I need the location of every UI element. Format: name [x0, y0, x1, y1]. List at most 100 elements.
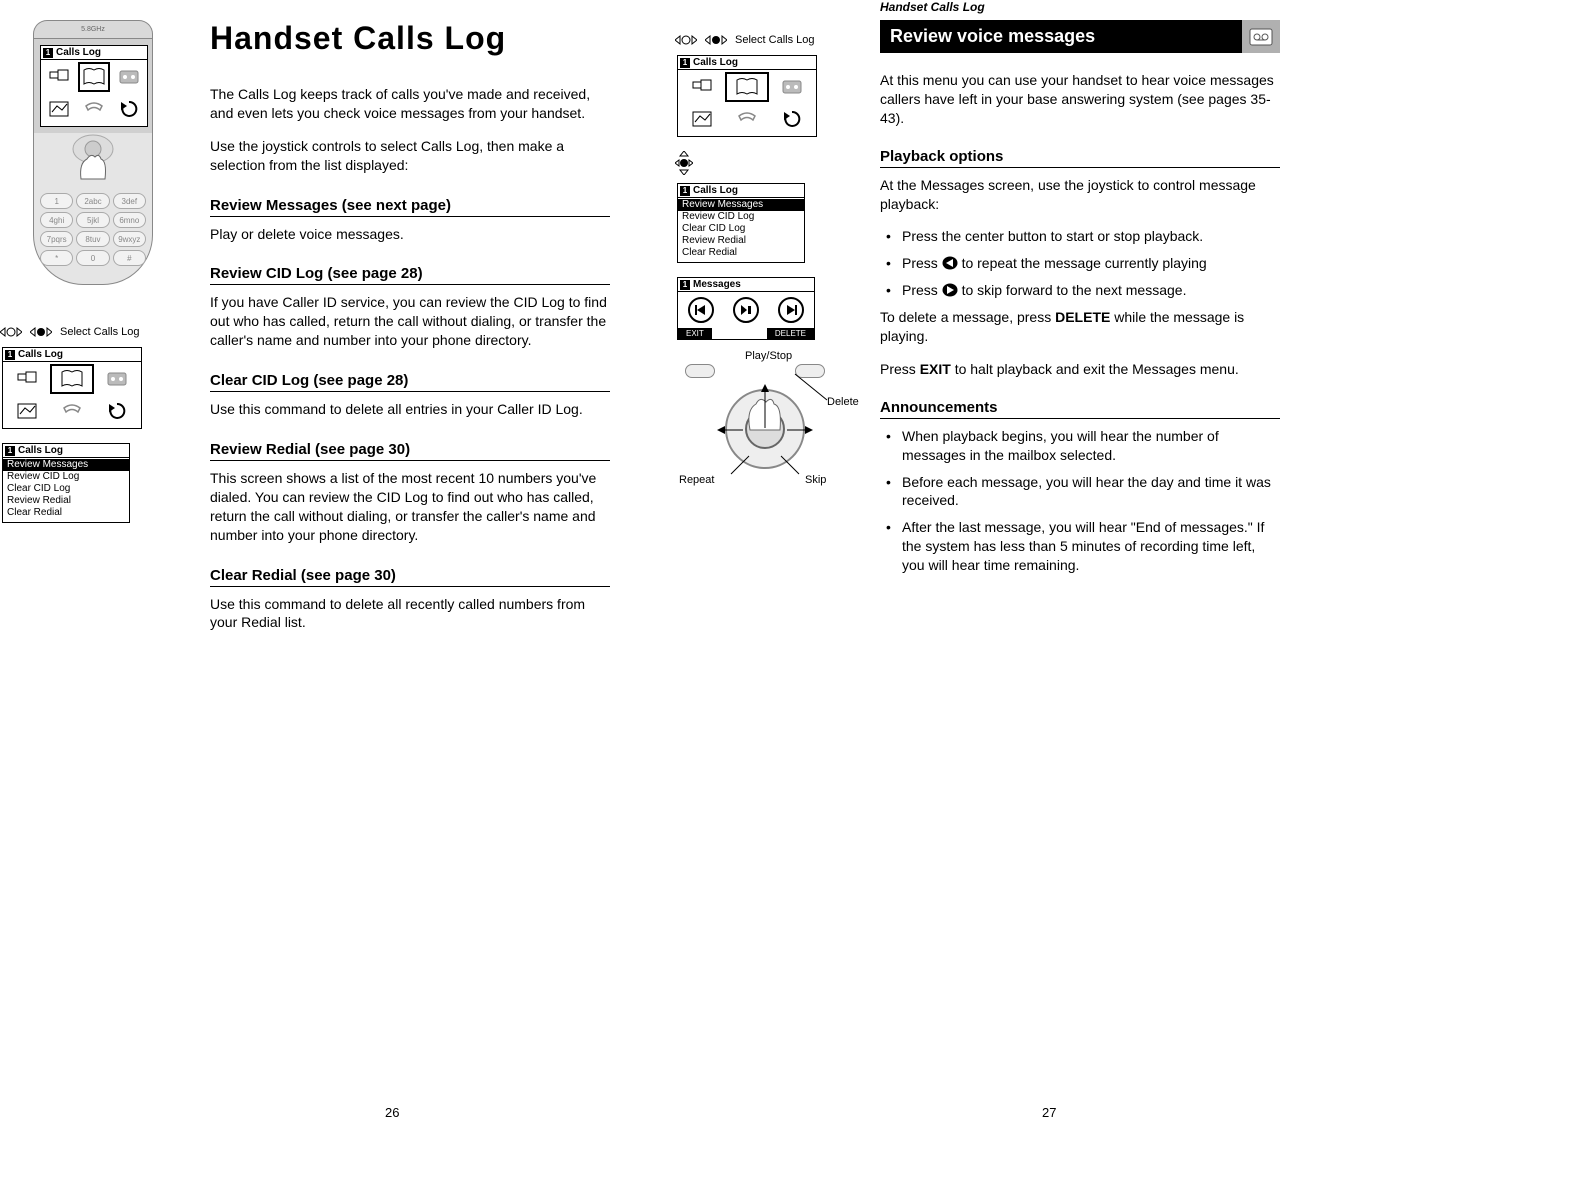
phone-screen-calls-log: 1 Calls Log	[40, 45, 148, 127]
signal-icon: 1	[680, 280, 690, 290]
signal-icon: 1	[5, 446, 15, 456]
list-item: After the last message, you will hear "E…	[880, 518, 1280, 575]
signal-icon: 1	[5, 350, 15, 360]
menu-item: Review Messages	[678, 199, 804, 211]
nav-horizontal-icon	[675, 33, 697, 47]
menu-item: Clear CID Log	[678, 223, 804, 235]
screen-title-label: Messages	[693, 279, 741, 290]
screen-title-label: Calls Log	[18, 349, 63, 360]
book-icon	[50, 364, 93, 394]
screen-calls-log-menu: 1 Calls Log Review Messages Review CID L…	[677, 183, 805, 263]
label-play-stop: Play/Stop	[745, 350, 792, 362]
page-title: Handset Calls Log	[210, 20, 610, 57]
page-number: 27	[1042, 1105, 1056, 1120]
softkey-delete: DELETE	[767, 328, 814, 339]
voicemail-icon	[771, 72, 814, 102]
menu-item: Review Redial	[678, 235, 804, 247]
left-illustration-column: 5.8GHz 1 Calls Log	[0, 20, 180, 537]
menu-item: Clear CID Log	[3, 483, 129, 495]
skip back-icon	[688, 297, 714, 323]
section-body: Use this command to delete all recently …	[210, 595, 610, 633]
section-banner: Review voice messages	[880, 20, 1280, 53]
section-heading: Clear Redial (see page 30)	[210, 567, 610, 587]
cid-icon	[680, 72, 723, 102]
intro-paragraph: The Calls Log keeps track of calls you'v…	[210, 85, 610, 123]
section-heading: Review Messages (see next page)	[210, 197, 610, 217]
nav-press-icon	[30, 325, 52, 339]
phone-top-band: 5.8GHz	[33, 20, 153, 38]
menu-list: Review Messages Review CID Log Clear CID…	[678, 198, 804, 262]
screen-calls-log-menu: 1 Calls Log Review Messages Review CID L…	[2, 443, 130, 523]
section-body: Use this command to delete all entries i…	[210, 400, 610, 419]
menu-item: Review Messages	[3, 459, 129, 471]
nav-vertical-icon	[675, 151, 693, 175]
chart-icon	[43, 94, 76, 124]
chart-icon	[680, 104, 723, 134]
voicemail-icon	[112, 62, 145, 92]
handset-illustration: 5.8GHz 1 Calls Log	[33, 20, 153, 285]
key: 0	[76, 250, 109, 266]
list-item: When playback begins, you will hear the …	[880, 427, 1280, 465]
left-arrow-icon	[942, 256, 958, 270]
book-icon	[725, 72, 768, 102]
right-illustration-column: Select Calls Log 1 Calls Log	[675, 25, 875, 494]
keypad: 1 2abc 3def 4ghi 5jkl 6mno 7pqrs 8tuv 9w…	[40, 193, 146, 266]
softkey-exit: EXIT	[678, 328, 712, 339]
list-item: Press to repeat the message currently pl…	[880, 254, 1280, 273]
voicemail-banner-icon	[1242, 20, 1280, 53]
list-item: Press the center button to start or stop…	[880, 227, 1280, 246]
left-text-column: Handset Calls Log The Calls Log keeps tr…	[210, 20, 610, 646]
handset-down-icon	[50, 396, 93, 426]
intro-paragraph: At this menu you can use your handset to…	[880, 71, 1280, 128]
key: 4ghi	[40, 212, 73, 228]
section-body: This screen shows a list of the most rec…	[210, 469, 610, 545]
list-item: Before each message, you will hear the d…	[880, 473, 1280, 511]
right-arrow-icon	[942, 283, 958, 297]
screen-messages-playback: 1 Messages EXIT DELETE	[677, 277, 815, 340]
playback-bullet-list: Press the center button to start or stop…	[880, 227, 1280, 300]
redial-icon	[771, 104, 814, 134]
key: 1	[40, 193, 73, 209]
list-item: Press to skip forward to the next messag…	[880, 281, 1280, 300]
section-heading: Clear CID Log (see page 28)	[210, 372, 610, 392]
screen-title-label: Calls Log	[693, 185, 738, 196]
key: 9wxyz	[113, 231, 146, 247]
label-repeat: Repeat	[679, 474, 714, 486]
nav-hint-select: Select Calls Log	[0, 325, 180, 339]
menu-item: Clear Redial	[678, 247, 804, 259]
joystick-diagram: Play/Stop Delete Repeat Skip	[685, 354, 855, 494]
section-heading: Review CID Log (see page 28)	[210, 265, 610, 285]
key: 3def	[113, 193, 146, 209]
menu-item: Review CID Log	[3, 471, 129, 483]
nav-label: Select Calls Log	[60, 326, 140, 338]
cid-icon	[5, 364, 48, 394]
section-body: At the Messages screen, use the joystick…	[880, 176, 1280, 214]
exit-instruction: Press EXIT to halt playback and exit the…	[880, 360, 1280, 379]
key: 2abc	[76, 193, 109, 209]
redial-icon	[96, 396, 139, 426]
redial-icon	[112, 94, 145, 124]
banner-title: Review voice messages	[890, 26, 1095, 47]
menu-item: Review Redial	[3, 495, 129, 507]
signal-icon: 1	[43, 48, 53, 58]
section-heading: Playback options	[880, 148, 1280, 168]
menu-item: Clear Redial	[3, 507, 129, 519]
screen-calls-log-icons: 1 Calls Log	[677, 55, 817, 137]
handset-down-icon	[78, 94, 111, 124]
voicemail-icon	[96, 364, 139, 394]
delete-instruction: To delete a message, press DELETE while …	[880, 308, 1280, 346]
signal-icon: 1	[680, 186, 690, 196]
nav-press-icon	[705, 33, 727, 47]
key: #	[113, 250, 146, 266]
nav-hint-select: Select Calls Log	[675, 33, 875, 47]
left-softkey-shape	[685, 364, 715, 378]
screen-title-label: Calls Log	[693, 57, 738, 68]
label-skip: Skip	[805, 474, 826, 486]
section-body: If you have Caller ID service, you can r…	[210, 293, 610, 350]
section-heading: Review Redial (see page 30)	[210, 441, 610, 461]
chart-icon	[5, 396, 48, 426]
intro-paragraph: Use the joystick controls to select Call…	[210, 137, 610, 175]
running-header: Handset Calls Log	[880, 0, 1280, 14]
book-icon	[78, 62, 111, 92]
section-body: Play or delete voice messages.	[210, 225, 610, 244]
